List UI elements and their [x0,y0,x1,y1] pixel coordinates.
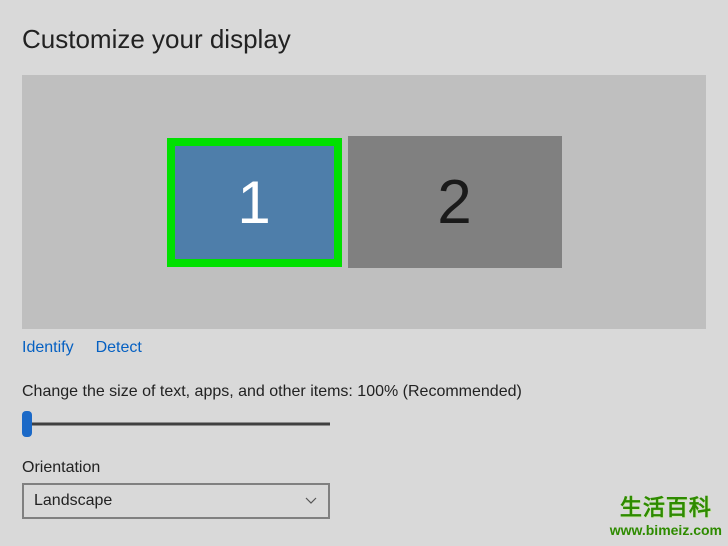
orientation-selected: Landscape [34,492,112,510]
monitor-2-label: 2 [437,167,471,238]
display-arrangement-area[interactable]: 1 2 [22,75,706,329]
display-links: Identify Detect [22,339,706,357]
page-title: Customize your display [22,24,706,55]
scale-label: Change the size of text, apps, and other… [22,383,706,401]
orientation-dropdown[interactable]: Landscape [22,483,330,519]
monitor-2[interactable]: 2 [348,136,562,268]
scale-section: Change the size of text, apps, and other… [22,383,706,437]
watermark-text: 生活百科 [610,490,722,522]
identify-link[interactable]: Identify [22,339,74,357]
watermark-url: www.bimeiz.com [610,522,722,538]
watermark: 生活百科 www.bimeiz.com [610,490,722,538]
monitor-1[interactable]: 1 [167,138,342,267]
monitor-1-label: 1 [237,168,270,237]
monitor-group: 1 2 [167,136,562,268]
orientation-section: Orientation Landscape [22,459,706,519]
chevron-down-icon [304,494,318,508]
orientation-label: Orientation [22,459,706,477]
detect-link[interactable]: Detect [96,339,142,357]
scale-slider[interactable] [22,411,330,437]
slider-track [22,423,330,426]
slider-thumb[interactable] [22,411,32,437]
